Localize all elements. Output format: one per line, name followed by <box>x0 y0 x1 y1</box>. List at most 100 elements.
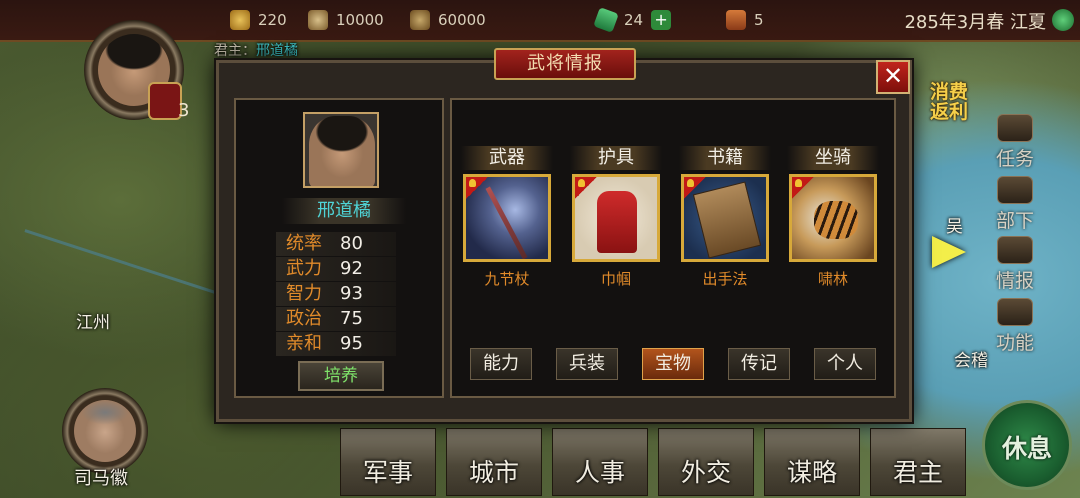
subordinates-icon <box>997 176 1033 204</box>
stat-row-affinity: 亲和 95 <box>276 332 396 356</box>
add-gem-icon[interactable]: + <box>651 10 672 30</box>
armor-slot[interactable] <box>572 174 660 262</box>
current-city: 江夏 <box>1010 12 1046 33</box>
slot-header-weapon: 武器 <box>461 146 553 170</box>
general-face <box>309 116 375 186</box>
menu-missions[interactable]: 任务 <box>996 114 1034 171</box>
armor-name: 巾帼 <box>600 270 631 288</box>
stat-value: 75 <box>340 308 363 329</box>
book-name: 出手法 <box>702 270 748 288</box>
book-resource: 5 <box>726 8 764 32</box>
stat-row-intelligence: 智力 93 <box>276 282 396 306</box>
menu-functions[interactable]: 功能 <box>996 298 1034 355</box>
nav-lord[interactable]: 君主 <box>870 428 966 496</box>
advisor-name: 司马徽 <box>74 468 128 489</box>
stat-row-politics: 政治 75 <box>276 307 396 331</box>
slot-header-book: 书籍 <box>679 146 771 170</box>
rest-button-label: 休息 <box>1001 434 1052 463</box>
slot-header-mount: 坐骑 <box>787 146 879 170</box>
ruler-caption: 君主：邢道橘 <box>214 40 298 60</box>
mount-slot[interactable] <box>789 174 877 262</box>
game-date: 285年3月春 江夏 <box>904 8 1046 34</box>
close-icon: ✕ <box>882 62 904 90</box>
food-resource: 10000 <box>308 8 384 32</box>
book-icon <box>726 10 746 30</box>
owner-flag-icon <box>792 177 814 199</box>
advisor-face <box>74 400 136 462</box>
wood-icon <box>410 10 430 30</box>
book-slot[interactable] <box>681 174 769 262</box>
tab-treasures[interactable]: 宝物 <box>642 348 704 380</box>
stat-value: 95 <box>340 333 363 354</box>
bottom-nav: 军事 城市 人事 外交 谋略 君主 <box>340 426 966 498</box>
nav-military-label: 军事 <box>362 458 413 487</box>
stat-label: 统率 <box>286 233 322 254</box>
weapon-slot[interactable] <box>463 174 551 262</box>
general-name: 邢道橘 <box>282 198 406 224</box>
wood-resource: 60000 <box>410 8 486 32</box>
nav-city[interactable]: 城市 <box>446 428 542 496</box>
rest-button[interactable]: 休息 <box>982 400 1072 490</box>
food-amount: 10000 <box>336 11 384 29</box>
map-river <box>24 229 216 294</box>
nav-military[interactable]: 军事 <box>340 428 436 496</box>
menu-subordinates[interactable]: 部下 <box>996 176 1034 233</box>
train-button[interactable]: 培养 <box>298 361 384 391</box>
train-button-label: 培养 <box>324 366 358 386</box>
date-text: 285年3月春 <box>904 12 1005 33</box>
nav-city-label: 城市 <box>468 458 519 487</box>
tab-equipment[interactable]: 兵装 <box>556 348 618 380</box>
gold-amount: 220 <box>258 11 287 29</box>
gold-resource: 220 <box>230 8 287 32</box>
owner-flag-icon <box>466 177 488 199</box>
stat-label: 智力 <box>286 283 322 304</box>
gold-icon <box>230 10 250 30</box>
mount-name: 啸林 <box>817 270 848 288</box>
settings-icon[interactable] <box>1052 9 1074 31</box>
nav-strategy-label: 谋略 <box>786 458 837 487</box>
tab-biography[interactable]: 传记 <box>728 348 790 380</box>
stat-value: 92 <box>340 258 363 279</box>
gem-amount: 24 <box>624 11 644 29</box>
promo-line-2: 返利 <box>930 101 969 123</box>
general-portrait <box>303 112 379 188</box>
dialog-title-text: 武将情报 <box>527 53 603 74</box>
ruler-rank-badge <box>148 82 182 120</box>
owner-flag-icon <box>684 177 706 199</box>
ruler-caption-name: 邢道橘 <box>256 43 298 59</box>
stat-value: 93 <box>340 283 363 304</box>
menu-intel-label: 情报 <box>996 270 1035 292</box>
functions-icon <box>997 298 1033 326</box>
nav-diplomacy[interactable]: 外交 <box>658 428 754 496</box>
tab-abilities[interactable]: 能力 <box>470 348 532 380</box>
food-icon <box>308 10 328 30</box>
nav-strategy[interactable]: 谋略 <box>764 428 860 496</box>
weapon-name: 九节杖 <box>484 270 530 288</box>
tab-personal[interactable]: 个人 <box>814 348 876 380</box>
menu-missions-label: 任务 <box>996 148 1035 170</box>
ruler-caption-label: 君主： <box>214 43 256 59</box>
gem-icon <box>593 7 619 33</box>
guide-arrow-icon <box>932 236 966 268</box>
slot-header-armor: 护具 <box>570 146 662 170</box>
gem-resource: 24 + <box>593 7 672 33</box>
promo-banner[interactable]: 消费 返利 <box>930 82 968 122</box>
menu-subordinates-label: 部下 <box>996 210 1035 232</box>
stat-label: 亲和 <box>286 333 322 354</box>
ruler-badge-count: 3 <box>178 100 190 121</box>
menu-intel[interactable]: 情报 <box>996 236 1034 293</box>
city-jiangzhou[interactable]: 江州 <box>76 308 110 333</box>
city-wu[interactable]: 吴 <box>946 212 963 237</box>
stat-row-force: 武力 92 <box>276 257 396 281</box>
nav-personnel-label: 人事 <box>574 458 625 487</box>
advisor-avatar[interactable] <box>62 388 148 474</box>
wood-amount: 60000 <box>438 11 486 29</box>
city-kuaiji[interactable]: 会稽 <box>954 346 988 371</box>
book-amount: 5 <box>754 11 764 29</box>
nav-diplomacy-label: 外交 <box>680 458 731 487</box>
nav-personnel[interactable]: 人事 <box>552 428 648 496</box>
close-button[interactable]: ✕ <box>876 60 910 94</box>
dialog-title: 武将情报 <box>494 48 636 80</box>
menu-functions-label: 功能 <box>996 332 1035 354</box>
stat-value: 80 <box>340 233 363 254</box>
